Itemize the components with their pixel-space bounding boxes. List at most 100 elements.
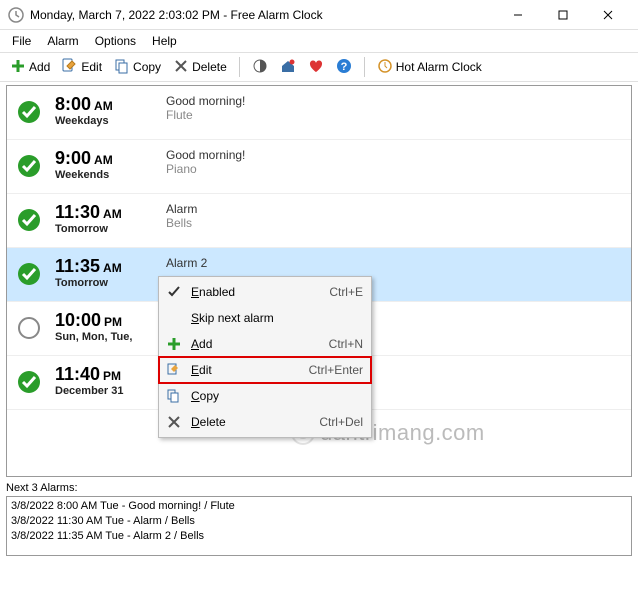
context-enabled[interactable]: Enabled Ctrl+E: [159, 279, 371, 305]
alarm-time-block: 11:35AMTomorrow: [55, 256, 160, 289]
heart-button[interactable]: [304, 56, 328, 79]
context-delete-shortcut: Ctrl+Del: [319, 415, 363, 429]
hot-alarm-clock-button[interactable]: Hot Alarm Clock: [373, 56, 486, 79]
heart-icon: [308, 58, 324, 77]
alarm-ampm: AM: [103, 261, 122, 275]
contrast-icon: [252, 58, 268, 77]
svg-text:?: ?: [340, 61, 347, 73]
alarm-sound: Piano: [166, 162, 245, 176]
delete-label: Delete: [192, 60, 227, 74]
context-menu: Enabled Ctrl+E Skip next alarm Add Ctrl+…: [158, 276, 372, 438]
menu-alarm[interactable]: Alarm: [39, 32, 86, 50]
context-copy[interactable]: Copy: [159, 383, 371, 409]
hot-alarm-clock-label: Hot Alarm Clock: [396, 60, 482, 74]
alarm-time: 11:30: [55, 202, 100, 222]
alarm-desc: Alarm: [166, 202, 197, 216]
alarm-sound: Bells: [166, 216, 197, 230]
context-skip[interactable]: Skip next alarm: [159, 305, 371, 331]
alarm-days: Tomorrow: [55, 223, 160, 235]
alarm-ampm: AM: [94, 153, 113, 167]
close-button[interactable]: [585, 1, 630, 29]
alarm-desc: Good morning!: [166, 94, 245, 108]
alarm-row[interactable]: 11:30AMTomorrowAlarmBells: [7, 194, 631, 248]
pencil-icon: [62, 58, 78, 77]
copy-label: Copy: [133, 60, 161, 74]
alarm-time-block: 11:30AM Tomorrow: [55, 202, 160, 235]
x-icon: [163, 415, 185, 429]
copy-icon: [163, 389, 185, 403]
toolbar-separator: [239, 57, 240, 77]
context-edit-shortcut: Ctrl+Enter: [309, 363, 363, 377]
plus-icon: [10, 58, 26, 77]
alarm-desc-block: Good morning!Piano: [160, 148, 245, 176]
alarm-time-block: 11:40PM December 31: [55, 364, 160, 397]
alarm-days: Weekends: [55, 169, 160, 181]
alarm-row[interactable]: 8:00AMWeekdaysGood morning!Flute: [7, 86, 631, 140]
copy-button[interactable]: Copy: [110, 56, 165, 79]
alarm-ampm: PM: [103, 369, 121, 383]
home-button[interactable]: [276, 56, 300, 79]
check-circle-icon: [17, 370, 41, 394]
check-circle-icon: [17, 262, 41, 286]
menu-file[interactable]: File: [4, 32, 39, 50]
context-skip-label: Skip next alarm: [185, 311, 363, 325]
context-edit[interactable]: Edit Ctrl+Enter: [159, 357, 371, 383]
alarm-row[interactable]: 9:00AMWeekendsGood morning!Piano: [7, 140, 631, 194]
alarm-desc: Good morning!: [166, 148, 245, 162]
alarm-desc-block: Good morning!Flute: [160, 94, 245, 122]
upcoming-item: 3/8/2022 11:35 AM Tue - Alarm 2 / Bells: [11, 529, 627, 544]
delete-button[interactable]: Delete: [169, 56, 231, 79]
toolbar: Add Edit Copy Delete ? Hot Alarm Clock: [0, 52, 638, 82]
alarm-sound: Flute: [166, 108, 245, 122]
context-add-label: Add: [185, 337, 329, 351]
context-add-shortcut: Ctrl+N: [329, 337, 363, 351]
alarm-time: 10:00: [55, 310, 101, 330]
upcoming-item: 3/8/2022 11:30 AM Tue - Alarm / Bells: [11, 514, 627, 529]
window-title: Monday, March 7, 2022 2:03:02 PM - Free …: [30, 8, 495, 22]
help-button[interactable]: ?: [332, 56, 356, 79]
context-enabled-shortcut: Ctrl+E: [329, 285, 363, 299]
alarm-ampm: AM: [103, 207, 122, 221]
x-icon: [173, 58, 189, 77]
clock-icon: [377, 58, 393, 77]
check-circle-icon: [17, 154, 41, 178]
status-area: Next 3 Alarms: 3/8/2022 8:00 AM Tue - Go…: [6, 480, 632, 556]
context-delete[interactable]: Delete Ctrl+Del: [159, 409, 371, 435]
upcoming-list: 3/8/2022 8:00 AM Tue - Good morning! / F…: [6, 496, 632, 556]
edit-label: Edit: [81, 60, 102, 74]
menubar: File Alarm Options Help: [0, 30, 638, 52]
next-alarms-label: Next 3 Alarms:: [6, 480, 632, 496]
menu-help[interactable]: Help: [144, 32, 185, 50]
alarm-days: December 31: [55, 385, 160, 397]
context-add[interactable]: Add Ctrl+N: [159, 331, 371, 357]
check-icon: [163, 285, 185, 299]
edit-button[interactable]: Edit: [58, 56, 106, 79]
alarm-time: 9:00: [55, 148, 91, 168]
toolbar-separator-2: [364, 57, 365, 77]
alarm-days: Weekdays: [55, 115, 160, 127]
minimize-button[interactable]: [495, 1, 540, 29]
alarm-time-block: 8:00AMWeekdays: [55, 94, 160, 127]
alarm-desc-block: Alarm 2: [160, 256, 207, 270]
plus-icon: [163, 337, 185, 351]
add-label: Add: [29, 60, 50, 74]
menu-options[interactable]: Options: [87, 32, 144, 50]
app-icon: [8, 7, 24, 23]
add-button[interactable]: Add: [6, 56, 54, 79]
upcoming-item: 3/8/2022 8:00 AM Tue - Good morning! / F…: [11, 499, 627, 514]
alarm-time: 8:00: [55, 94, 91, 114]
titlebar: Monday, March 7, 2022 2:03:02 PM - Free …: [0, 0, 638, 30]
context-enabled-label: Enabled: [185, 285, 329, 299]
alarm-desc: Alarm 2: [166, 256, 207, 270]
check-circle-icon: [17, 208, 41, 232]
home-icon: [280, 58, 296, 77]
circle-icon: [17, 316, 41, 340]
alarm-desc-block: AlarmBells: [160, 202, 197, 230]
maximize-button[interactable]: [540, 1, 585, 29]
context-edit-label: Edit: [185, 363, 309, 377]
window-controls: [495, 1, 630, 29]
check-circle-icon: [17, 100, 41, 124]
help-icon: ?: [336, 58, 352, 77]
contrast-button[interactable]: [248, 56, 272, 79]
alarm-time: 11:40: [55, 364, 100, 384]
